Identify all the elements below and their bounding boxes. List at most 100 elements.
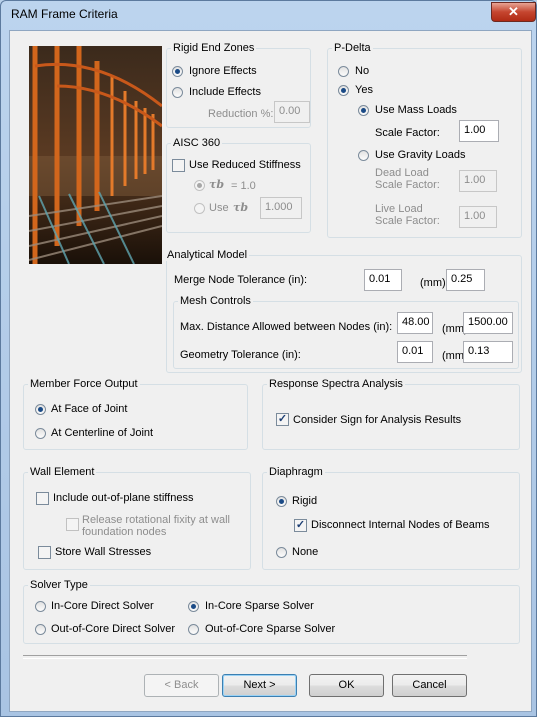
diaphragm-group: Diaphragm Rigid ✓ Disconnect Internal No… [262, 466, 520, 570]
live-scale-factor-label: Scale Factor: [375, 215, 440, 227]
response-spectra-group: Response Spectra Analysis ✓ Consider Sig… [262, 378, 520, 450]
title-bar[interactable]: RAM Frame Criteria ✕ [1, 1, 536, 27]
release-rotational-fixity-line1: Release rotational fixity at wall [82, 514, 230, 526]
solver-type-title: Solver Type [28, 579, 90, 591]
consider-sign-label[interactable]: Consider Sign for Analysis Results [293, 414, 461, 426]
in-core-direct-radio[interactable] [35, 601, 46, 612]
wall-element-group: Wall Element Include out-of-plane stiffn… [23, 466, 251, 570]
diaphragm-rigid-label[interactable]: Rigid [292, 495, 317, 507]
dead-scale-factor-input[interactable]: 1.00 [459, 170, 497, 192]
at-centerline-of-joint-radio[interactable] [35, 428, 46, 439]
next-button[interactable]: Next > [222, 674, 297, 697]
release-rotational-fixity-checkbox[interactable] [66, 518, 79, 531]
reduction-label: Reduction %: [208, 108, 274, 120]
in-core-direct-label[interactable]: In-Core Direct Solver [51, 600, 154, 612]
use-gravity-loads-radio[interactable] [358, 150, 369, 161]
out-of-core-sparse-radio[interactable] [188, 624, 199, 635]
include-out-of-plane-label[interactable]: Include out-of-plane stiffness [53, 492, 193, 504]
p-delta-group: P-Delta No Yes Use Mass Loads Scale Fact… [327, 42, 522, 238]
max-distance-in-input[interactable]: 48.00 [397, 312, 433, 334]
tau-b-icon: τb [209, 178, 225, 191]
aisc360-group: AISC 360 Use Reduced Stiffness τb = 1.0 … [166, 137, 311, 233]
disconnect-internal-nodes-label[interactable]: Disconnect Internal Nodes of Beams [311, 519, 490, 531]
analytical-model-group: Analytical Model Merge Node Tolerance (i… [165, 249, 522, 373]
geometry-tolerance-mm-input[interactable]: 0.13 [463, 341, 513, 363]
in-core-sparse-radio[interactable] [188, 601, 199, 612]
merge-node-mm-unit: (mm) [420, 277, 446, 289]
merge-node-tolerance-in-input[interactable]: 0.01 [364, 269, 402, 291]
use-tau-input[interactable]: 1.000 [260, 197, 302, 219]
member-force-output-group: Member Force Output At Face of Joint At … [23, 378, 248, 450]
use-mass-loads-radio[interactable] [358, 105, 369, 116]
solver-type-group: Solver Type In-Core Direct Solver In-Cor… [23, 579, 520, 644]
wall-element-title: Wall Element [28, 466, 97, 478]
ignore-effects-label[interactable]: Ignore Effects [189, 65, 257, 77]
in-core-sparse-label[interactable]: In-Core Sparse Solver [205, 600, 314, 612]
mesh-controls-group: Mesh Controls Max. Distance Allowed betw… [173, 295, 519, 369]
tau-equals-label: = 1.0 [231, 180, 256, 192]
diaphragm-none-label[interactable]: None [292, 546, 318, 558]
aisc360-title: AISC 360 [171, 137, 223, 149]
member-force-output-title: Member Force Output [28, 378, 140, 390]
response-spectra-title: Response Spectra Analysis [267, 378, 405, 390]
store-wall-stresses-checkbox[interactable] [38, 546, 51, 559]
use-gravity-loads-label[interactable]: Use Gravity Loads [375, 149, 465, 161]
reduction-input[interactable]: 0.00 [274, 101, 310, 123]
out-of-core-direct-radio[interactable] [35, 624, 46, 635]
ok-button[interactable]: OK [309, 674, 384, 697]
mesh-controls-title: Mesh Controls [178, 295, 253, 307]
geometry-tolerance-label: Geometry Tolerance (in): [180, 349, 301, 361]
store-wall-stresses-label[interactable]: Store Wall Stresses [55, 546, 151, 558]
include-out-of-plane-checkbox[interactable] [36, 492, 49, 505]
close-button[interactable]: ✕ [491, 2, 536, 22]
use-tau-label: Use [209, 202, 229, 214]
use-reduced-stiffness-label[interactable]: Use Reduced Stiffness [189, 159, 301, 171]
geometry-tolerance-in-input[interactable]: 0.01 [397, 341, 433, 363]
disconnect-internal-nodes-checkbox[interactable]: ✓ [294, 519, 307, 532]
tau-equals-one-radio[interactable] [194, 180, 205, 191]
at-centerline-of-joint-label[interactable]: At Centerline of Joint [51, 427, 153, 439]
steel-frame-photo [29, 46, 162, 264]
rigid-end-zones-group: Rigid End Zones Ignore Effects Include E… [166, 42, 311, 128]
diaphragm-rigid-radio[interactable] [276, 496, 287, 507]
p-delta-no-label[interactable]: No [355, 65, 369, 77]
dialog-client-area: Rigid End Zones Ignore Effects Include E… [9, 30, 532, 712]
at-face-of-joint-radio[interactable] [35, 404, 46, 415]
bottom-separator [23, 655, 467, 659]
mass-scale-factor-input[interactable]: 1.00 [459, 120, 499, 142]
max-distance-label: Max. Distance Allowed between Nodes (in)… [180, 321, 393, 333]
tau-b-icon-2: τb [233, 201, 249, 214]
analytical-model-title: Analytical Model [165, 249, 250, 261]
dead-scale-factor-label: Scale Factor: [375, 179, 440, 191]
p-delta-title: P-Delta [332, 42, 373, 54]
consider-sign-checkbox[interactable]: ✓ [276, 413, 289, 426]
out-of-core-sparse-label[interactable]: Out-of-Core Sparse Solver [205, 623, 335, 635]
live-load-label: Live Load [375, 203, 423, 215]
diaphragm-title: Diaphragm [267, 466, 325, 478]
use-reduced-stiffness-checkbox[interactable] [172, 159, 185, 172]
include-effects-label[interactable]: Include Effects [189, 86, 261, 98]
include-effects-radio[interactable] [172, 87, 183, 98]
window-title: RAM Frame Criteria [11, 7, 118, 21]
rigid-end-zones-title: Rigid End Zones [171, 42, 257, 54]
dead-load-label: Dead Load [375, 167, 429, 179]
use-mass-loads-label[interactable]: Use Mass Loads [375, 104, 457, 116]
merge-node-tolerance-label: Merge Node Tolerance (in): [174, 274, 308, 286]
max-distance-mm-input[interactable]: 1500.00 [463, 312, 513, 334]
p-delta-no-radio[interactable] [338, 66, 349, 77]
ignore-effects-radio[interactable] [172, 66, 183, 77]
live-scale-factor-input[interactable]: 1.00 [459, 206, 497, 228]
out-of-core-direct-label[interactable]: Out-of-Core Direct Solver [51, 623, 175, 635]
p-delta-yes-label[interactable]: Yes [355, 84, 373, 96]
mass-scale-factor-label: Scale Factor: [375, 127, 440, 139]
frame-illustration-image [29, 46, 162, 264]
cancel-button[interactable]: Cancel [392, 674, 467, 697]
use-tau-radio[interactable] [194, 203, 205, 214]
p-delta-yes-radio[interactable] [338, 85, 349, 96]
dialog-window: RAM Frame Criteria ✕ Rigid End Zones Ign… [0, 0, 537, 717]
at-face-of-joint-label[interactable]: At Face of Joint [51, 403, 127, 415]
diaphragm-none-radio[interactable] [276, 547, 287, 558]
release-rotational-fixity-line2: foundation nodes [82, 526, 167, 538]
merge-node-tolerance-mm-input[interactable]: 0.25 [446, 269, 485, 291]
back-button[interactable]: < Back [144, 674, 219, 697]
